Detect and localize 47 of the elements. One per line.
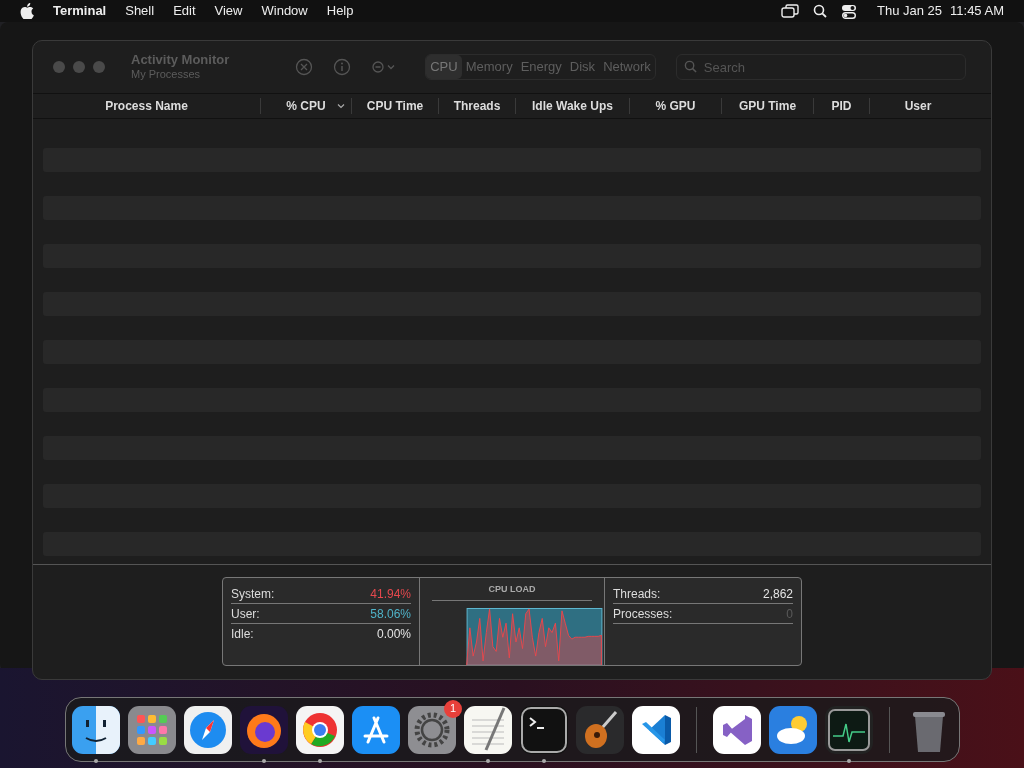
column-header[interactable]: % GPU <box>630 98 722 114</box>
circle-logo-icon[interactable] <box>296 705 344 754</box>
stat-value: 58.06% <box>370 605 411 623</box>
column-header[interactable]: % CPU <box>261 98 352 114</box>
guitar-icon[interactable] <box>576 705 624 754</box>
column-header[interactable]: PID <box>814 98 870 114</box>
monitor-graph-icon[interactable] <box>824 705 873 754</box>
stat-label: Idle: <box>231 626 254 643</box>
letter-a-icon[interactable] <box>352 705 400 754</box>
column-header[interactable]: Process Name <box>33 98 261 114</box>
stat-value: 0.00% <box>376 626 411 643</box>
face-icon[interactable] <box>72 705 120 754</box>
windows-icon[interactable] <box>781 4 799 18</box>
menu-item[interactable]: View <box>214 1 243 21</box>
apple-icon[interactable] <box>20 3 34 19</box>
stat-label: User: <box>231 605 260 623</box>
window-subtitle: My Processes <box>131 67 202 81</box>
chevron-logo-icon[interactable] <box>632 705 680 754</box>
stat-value: 41.94% <box>370 585 411 603</box>
gear-icon[interactable] <box>408 705 456 754</box>
notification-badge: 1 <box>444 699 462 718</box>
menu-item[interactable]: Shell <box>125 1 155 21</box>
stat-label: Processes: <box>613 605 673 623</box>
column-header[interactable]: CPU Time <box>352 98 439 114</box>
menu-bar-time: 11:45 AM <box>950 2 1004 21</box>
chart-title: CPU LOAD <box>432 583 592 601</box>
menu-item[interactable]: Help <box>326 1 354 21</box>
toggles-icon[interactable] <box>841 3 857 19</box>
compass-icon[interactable] <box>184 705 232 754</box>
column-header[interactable]: GPU Time <box>722 98 814 114</box>
notepad-icon[interactable] <box>464 705 512 754</box>
cloud-sun-icon[interactable] <box>768 705 817 754</box>
column-header[interactable]: Idle Wake Ups <box>516 98 630 114</box>
search-icon <box>683 60 697 73</box>
search-icon[interactable] <box>813 4 827 18</box>
stat-label: System: <box>231 585 275 603</box>
stat-value: 2,862 <box>762 585 793 603</box>
window-title: Activity Monitor <box>131 53 230 67</box>
menu-bar-date: Thu Jan 25 <box>877 2 943 21</box>
column-header[interactable]: User <box>870 98 966 114</box>
menu-item[interactable]: Window <box>261 1 308 21</box>
terminal-icon[interactable] <box>520 705 568 754</box>
app-menu[interactable]: Terminal <box>53 1 107 21</box>
grid-icon[interactable] <box>128 705 176 754</box>
column-header[interactable]: Threads <box>439 98 516 114</box>
menu-item[interactable]: Edit <box>173 1 196 21</box>
stat-label: Threads: <box>613 585 661 603</box>
